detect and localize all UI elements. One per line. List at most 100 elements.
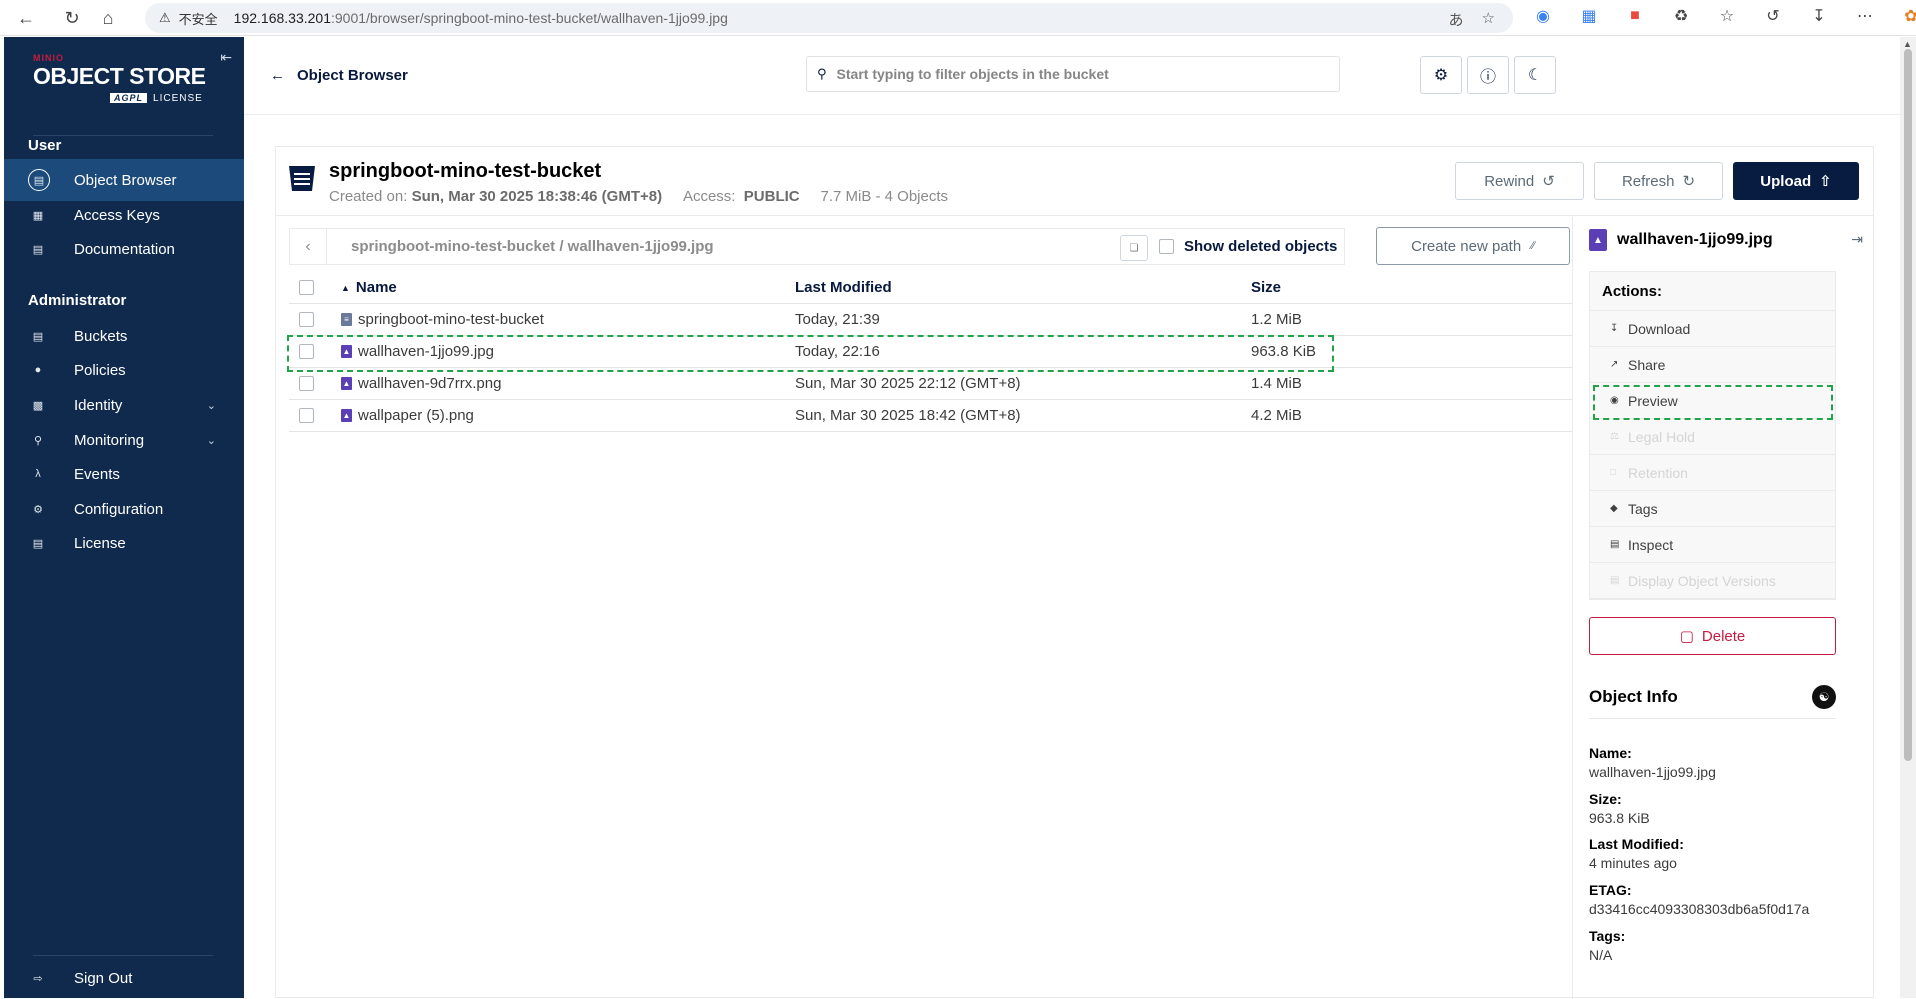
favorites-icon[interactable]: ☆ — [1717, 6, 1737, 26]
search-placeholder: Start typing to filter objects in the bu… — [836, 66, 1109, 82]
row-checkbox[interactable] — [299, 408, 314, 423]
select-all-checkbox[interactable] — [299, 280, 314, 295]
object-size: 963.8 KiB — [1251, 343, 1317, 360]
sidebar-item-label: Access Keys — [74, 206, 160, 224]
warning-icon: ⚠ — [159, 10, 171, 25]
extensions-puzzle-icon[interactable]: ♻ — [1671, 6, 1691, 26]
table-row[interactable]: ▲ wallhaven-9d7rrx.png Sun, Mar 30 2025 2… — [289, 368, 1572, 400]
object-modified: Sun, Mar 30 2025 18:42 (GMT+8) — [795, 407, 1021, 424]
page-scrollbar[interactable]: ▲ — [1900, 37, 1916, 998]
collapse-sidebar-icon[interactable]: ⇤ — [220, 49, 232, 66]
object-name: wallhaven-9d7rrx.png — [358, 375, 502, 392]
object-info-heading: Object Info ☯ — [1589, 675, 1836, 719]
close-detail-icon[interactable]: ⇥ — [1851, 231, 1863, 248]
search-input[interactable]: ⚲ Start typing to filter objects in the … — [806, 56, 1340, 92]
object-name: wallhaven-1jjo99.jpg — [358, 343, 494, 360]
object-modified: Today, 21:39 — [795, 311, 880, 328]
extension-shield-icon[interactable]: ◉ — [1533, 6, 1553, 26]
size-column-header[interactable]: Size — [1251, 272, 1281, 303]
name-column-header[interactable]: ▲ Name — [341, 272, 397, 303]
download-icon[interactable]: ↧ — [1809, 6, 1829, 26]
info-modified-value: 4 minutes ago — [1589, 855, 1677, 871]
sidebar-item-label: License — [74, 534, 126, 552]
delete-button[interactable]: ▢ Delete — [1589, 617, 1836, 655]
modified-column-header[interactable]: Last Modified — [795, 272, 892, 303]
access-label: Access: — [682, 188, 736, 205]
help-button[interactable]: ⓘ — [1467, 56, 1509, 94]
eye-icon: ◉ — [1610, 395, 1619, 406]
object-browser-icon: ▤ — [28, 169, 50, 191]
table-row-selected[interactable]: ▲ wallhaven-1jjo99.jpg Today, 22:16 963.8… — [287, 335, 1572, 372]
extension-grid-icon[interactable]: ▦ — [1579, 6, 1599, 26]
refresh-icon: ↻ — [1682, 173, 1696, 190]
breadcrumb-path: springboot-mino-test-bucket / wallhaven-… — [351, 238, 714, 255]
create-new-path-button[interactable]: Create new path ∕∕ — [1376, 227, 1570, 265]
info-tags-value: N/A — [1589, 947, 1613, 963]
upload-button[interactable]: Upload ⇧ — [1733, 162, 1859, 200]
configuration-gear-icon: ⚙ — [33, 503, 43, 516]
copilot-icon[interactable]: ✿ — [1901, 6, 1916, 26]
admin-section-title: Administrator — [28, 292, 127, 309]
detail-title: ▲ wallhaven-1jjo99.jpg — [1589, 229, 1773, 251]
row-checkbox[interactable] — [299, 312, 314, 327]
access-value: PUBLIC — [743, 188, 800, 205]
table-row[interactable]: ▲ wallpaper (5).png Sun, Mar 30 2025 18:4… — [289, 400, 1572, 432]
share-action[interactable]: ↗ Share — [1590, 347, 1835, 383]
show-deleted-label: Show deleted objects — [1184, 238, 1338, 255]
info-etag-value: d33416cc4093308303db6a5f0d17a — [1589, 901, 1810, 917]
browser-toolbar: ← ↻ ⌂ ⚠ 不安全 192.168.33.201:9001/browser/… — [0, 0, 1916, 36]
back-icon[interactable]: ← — [12, 4, 40, 32]
display-versions-action: ▤ Display Object Versions — [1590, 563, 1835, 599]
show-deleted-toggle[interactable]: Show deleted objects — [1159, 228, 1337, 265]
rewind-button[interactable]: Rewind ↺ — [1455, 162, 1584, 200]
table-row[interactable]: ≡ springboot-mino-test-bucket Today, 21:3… — [289, 304, 1572, 336]
back-to-object-browser[interactable]: ← Object Browser — [270, 67, 408, 84]
object-size: 1.4 MiB — [1251, 375, 1302, 392]
tags-action[interactable]: ◆ Tags — [1590, 491, 1835, 527]
bucket-panel: springboot-mino-test-bucket Created on: … — [275, 146, 1874, 999]
table-header: ▲ Name Last Modified Size — [289, 272, 1572, 304]
monitoring-icon: ⚲ — [33, 434, 43, 447]
sign-out-button[interactable]: ⇨ Sign Out — [4, 957, 244, 999]
copy-path-button[interactable]: ❏ — [1120, 235, 1148, 261]
translate-icon[interactable]: あ — [1449, 9, 1464, 30]
identity-icon: ▩ — [32, 399, 44, 412]
star-icon[interactable]: ☆ — [1482, 9, 1495, 30]
path-back-button[interactable]: ‹ — [290, 229, 327, 264]
chevron-down-icon: ⌄ — [206, 399, 216, 412]
sidebar-item-license[interactable]: ▤ License — [4, 522, 244, 564]
scrollbar-thumb[interactable] — [1904, 49, 1912, 761]
refresh-button[interactable]: Refresh ↻ — [1594, 162, 1723, 200]
extension-red-icon[interactable]: ■ — [1625, 6, 1645, 26]
object-info-icon[interactable]: ☯ — [1812, 685, 1836, 709]
menu-dots-icon[interactable]: ⋯ — [1855, 6, 1875, 26]
sidebar-item-label: Events — [74, 465, 120, 483]
settings-button[interactable]: ⚙ — [1420, 56, 1462, 94]
info-tags-label: Tags: — [1589, 928, 1626, 944]
share-icon: ↗ — [1610, 359, 1619, 370]
history-icon[interactable]: ↺ — [1763, 6, 1783, 26]
legal-hold-icon: ⚖ — [1610, 431, 1619, 442]
reload-icon[interactable]: ↻ — [58, 4, 86, 32]
download-action[interactable]: ↧ Download — [1590, 311, 1835, 347]
logo-brand: MINIO — [33, 53, 64, 63]
preview-action[interactable]: ◉ Preview — [1590, 383, 1835, 420]
object-name: wallpaper (5).png — [358, 407, 474, 424]
home-icon[interactable]: ⌂ — [94, 4, 122, 32]
row-checkbox[interactable] — [299, 344, 314, 359]
access-keys-icon: ▦ — [32, 209, 44, 222]
url-path: :9001/browser/springboot-mino-test-bucke… — [331, 10, 728, 26]
copy-icon: ❏ — [1129, 242, 1139, 254]
inspect-action[interactable]: ▤ Inspect — [1590, 527, 1835, 563]
bucket-usage: 7.7 MiB - 4 Objects — [820, 188, 949, 205]
row-checkbox[interactable] — [299, 376, 314, 391]
scroll-up-icon[interactable]: ▲ — [1903, 39, 1912, 49]
sidebar-item-documentation[interactable]: ▤ Documentation — [4, 228, 244, 270]
show-deleted-checkbox[interactable] — [1159, 239, 1174, 254]
chevron-down-icon: ⌄ — [206, 434, 216, 447]
image-file-icon: ▲ — [1589, 229, 1607, 251]
dark-mode-button[interactable]: ☾ — [1514, 56, 1556, 94]
address-bar[interactable]: ⚠ 不安全 192.168.33.201:9001/browser/spring… — [145, 3, 1513, 33]
url-host: 192.168.33.201 — [233, 10, 331, 26]
file-icon: ≡ — [341, 313, 352, 326]
